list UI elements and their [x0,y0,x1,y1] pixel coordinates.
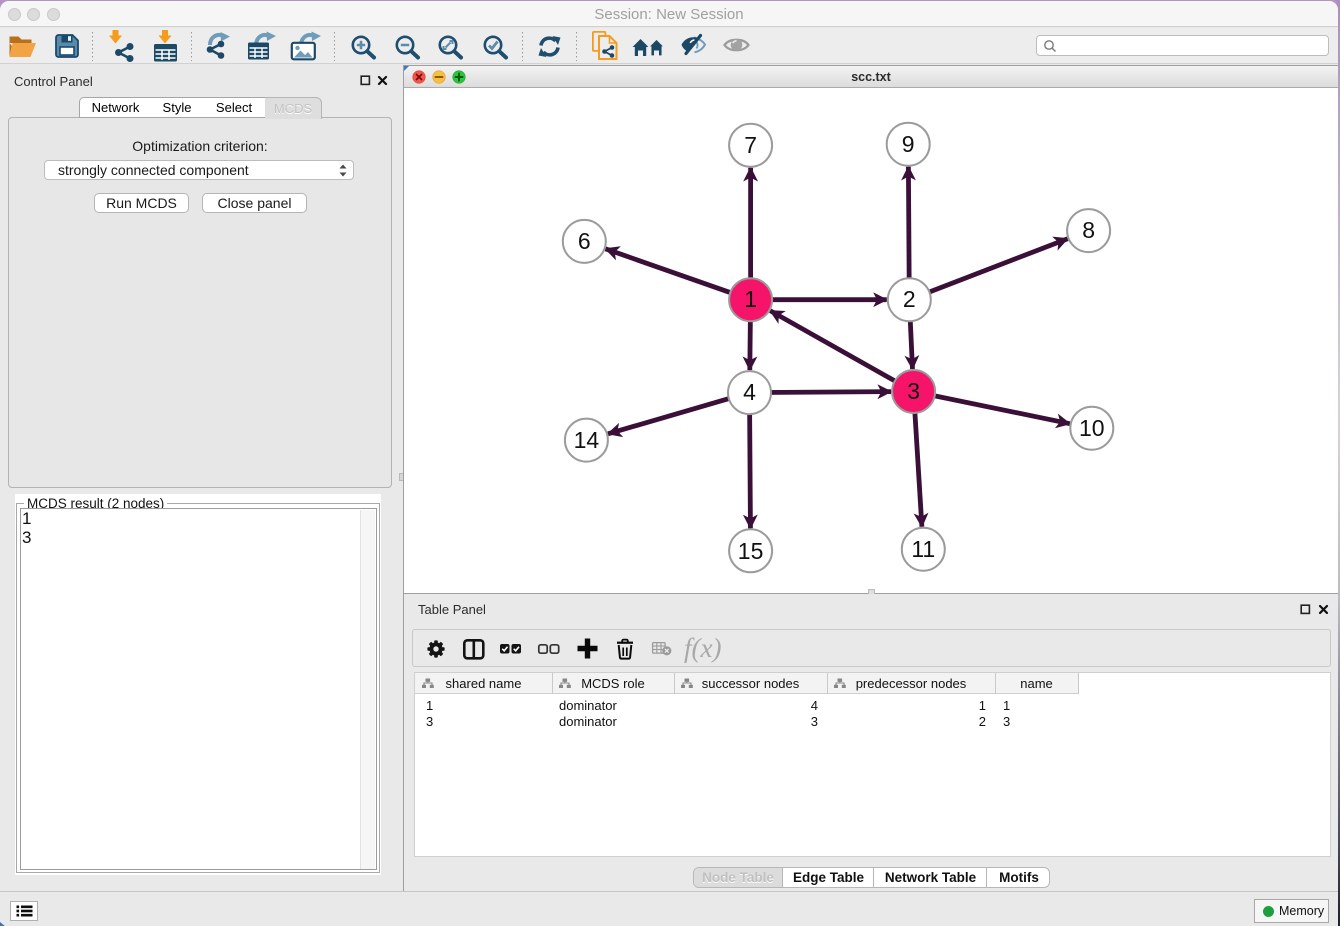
svg-text:4: 4 [743,379,756,405]
svg-text:14: 14 [574,427,600,453]
svg-text:2: 2 [903,286,916,312]
svg-text:11: 11 [911,536,935,562]
svg-text:7: 7 [744,132,757,158]
svg-text:3: 3 [907,378,920,404]
svg-text:f(x): f(x) [684,633,721,663]
svg-text:8: 8 [1082,217,1095,243]
svg-text:9: 9 [902,131,915,157]
svg-text:15: 15 [738,538,764,564]
svg-text:1: 1 [744,286,757,312]
svg-text:6: 6 [578,228,591,254]
svg-text:10: 10 [1079,415,1105,441]
